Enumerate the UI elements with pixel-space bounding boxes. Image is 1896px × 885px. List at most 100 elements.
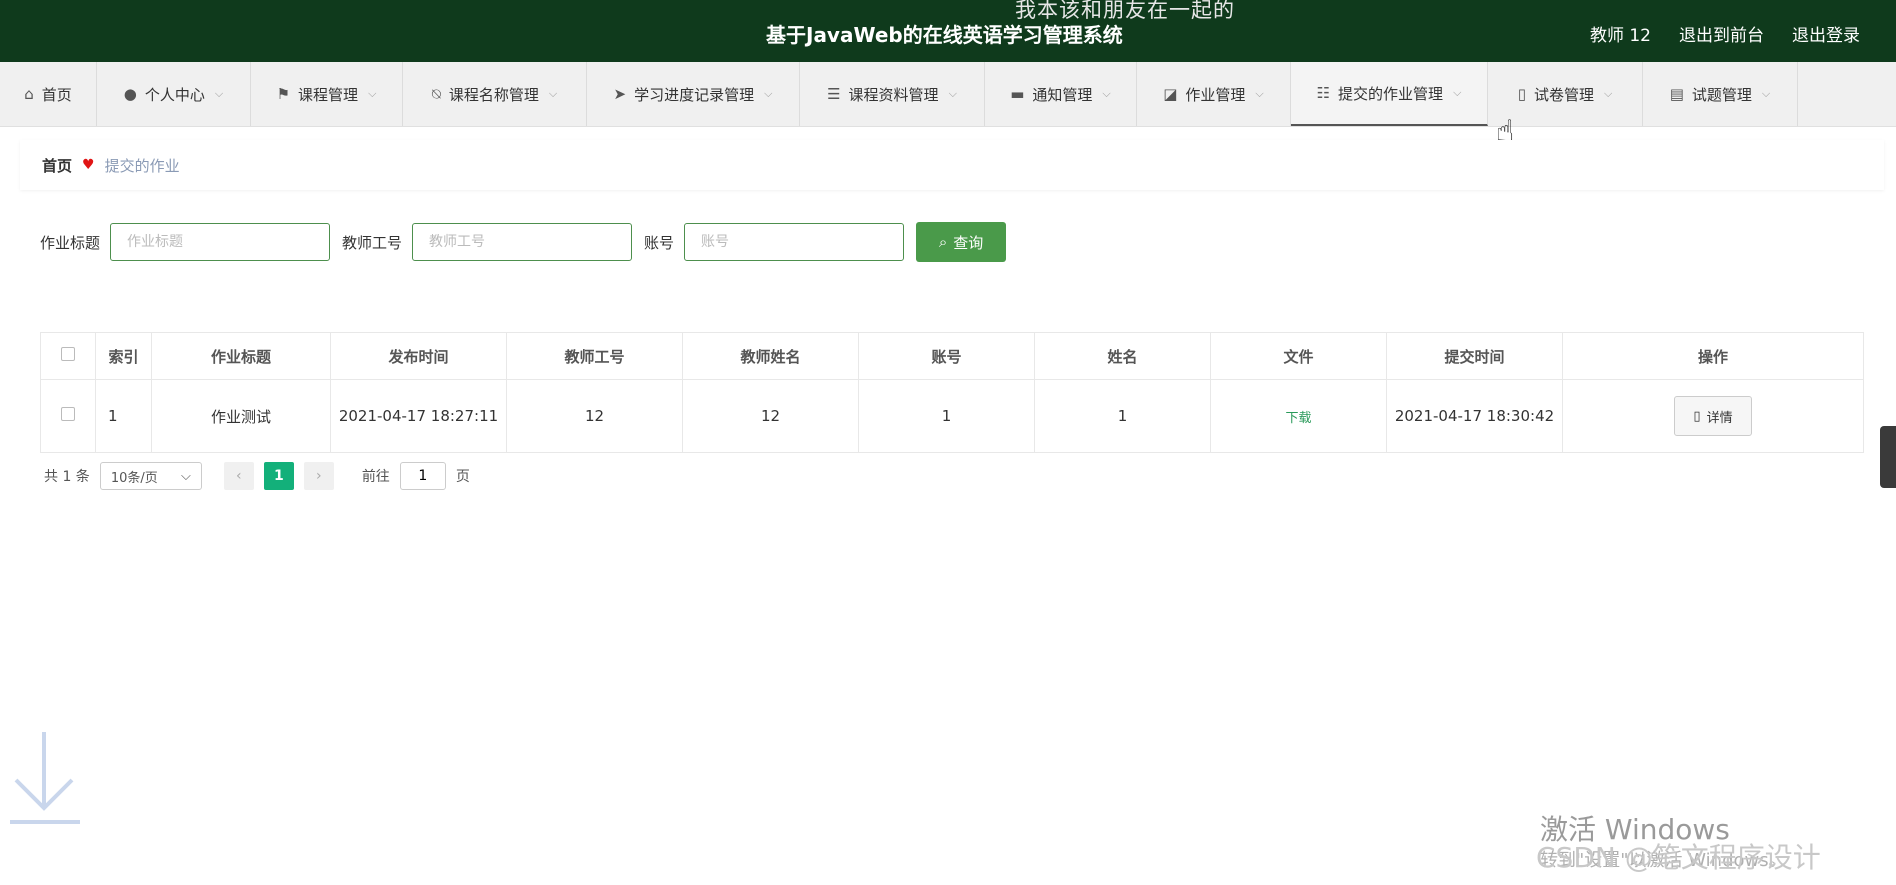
download-arrow-icon [10,732,80,824]
main-menu: ⌂ 首页 ● 个人中心 ⌵ ⚑ 课程管理 ⌵ ⍉ 课程名称管理 ⌵ ➤ 学习进度… [0,62,1896,127]
search-icon: ⌕ [938,233,948,251]
detail-button[interactable]: ▯ 详情 [1674,396,1752,436]
sliders-icon: ☷ [1316,84,1331,102]
menu-item-notice[interactable]: ▬ 通知管理 ⌵ [985,62,1137,126]
menu-label: 提交的作业管理 [1338,84,1444,103]
side-toggle-tab[interactable] [1880,426,1896,488]
column-header: 教师工号 [506,332,683,380]
menu-label: 首页 [41,85,72,104]
menu-label: 个人中心 [144,85,205,104]
list-icon: ☰ [827,85,841,103]
download-link[interactable]: 下载 [1285,411,1311,426]
back-to-front-link[interactable]: 退出到前台 [1679,21,1764,46]
current-page-button[interactable]: 1 [263,462,294,490]
chevron-down-icon: ⌵ [1761,87,1771,100]
menu-label: 学习进度记录管理 [634,85,755,104]
cell-teacher-no: 12 [506,379,683,453]
title-label: 作业标题 [40,233,101,252]
menu-label: 试题管理 [1691,85,1752,104]
menu-item-home[interactable]: ⌂ 首页 [0,62,97,126]
chevron-down-icon: ⌵ [180,468,191,484]
column-header: 操作 [1562,332,1864,380]
chevron-down-icon: ⌵ [1453,86,1462,99]
goto-label: 前往 [361,469,390,485]
chart-icon: ◪ [1163,85,1178,103]
row-select-cell [40,379,96,453]
column-header: 索引 [95,332,152,380]
cell-publish-time: 2021-04-17 18:27:11 [330,379,507,453]
content-panel: 作业标题 教师工号 账号 ⌕ 查询 索引 作业标题 发布时间 教师工号 教师姓名… [20,200,1884,514]
query-label: 查询 [953,233,984,252]
column-header: 姓名 [1034,332,1211,380]
microphone-icon: ▯ [1517,85,1526,103]
total-count: 共 1 条 [44,469,90,485]
menu-label: 课程管理 [298,85,359,104]
submitted-homework-table: 索引 作业标题 发布时间 教师工号 教师姓名 账号 姓名 文件 提交时间 操作 … [40,332,1864,453]
teacher-no-input[interactable] [412,223,633,261]
column-header: 提交时间 [1386,332,1563,380]
chevron-down-icon: ⌵ [1603,87,1613,100]
chevron-down-icon: ⌵ [214,87,224,100]
menu-label: 课程名称管理 [448,85,539,104]
page-suffix: 页 [455,469,470,485]
menu-item-homework[interactable]: ◪ 作业管理 ⌵ [1137,62,1291,126]
chevron-down-icon: ⌵ [1102,87,1111,100]
chevron-down-icon: ⌵ [764,87,773,100]
detail-label: 详情 [1706,410,1733,426]
table-header-row: 索引 作业标题 发布时间 教师工号 教师姓名 账号 姓名 文件 提交时间 操作 [40,332,1864,380]
chevron-down-icon: ⌵ [1255,87,1264,100]
account-label: 账号 [644,233,675,252]
top-header: 我本该和朋友在一起的 基于JavaWeb的在线英语学习管理系统 教师 12 退出… [0,0,1896,62]
menu-item-personal-center[interactable]: ● 个人中心 ⌵ [97,62,251,126]
teacher-no-label: 教师工号 [342,233,403,252]
prev-page-button[interactable]: ‹ [223,462,254,490]
pagination: 共 1 条 10条/页 ⌵ ‹ 1 › 前往 页 [44,462,470,490]
chevron-down-icon: ⌵ [948,87,957,100]
next-page-button[interactable]: › [303,462,334,490]
chevron-down-icon: ⌵ [368,87,377,100]
account-input[interactable] [684,223,905,261]
user-icon: ● [123,85,137,103]
document-icon: ▯ [1693,408,1701,424]
menu-item-materials[interactable]: ☰ 课程资料管理 ⌵ [800,62,985,126]
goto-page-input[interactable] [399,462,446,490]
select-all-cell [40,332,96,380]
page-size-value: 10条/页 [110,470,158,486]
menu-label: 通知管理 [1032,85,1093,104]
user-name: 教师 12 [1589,26,1651,46]
cell-account: 1 [858,379,1035,453]
cell-index: 1 [95,379,152,453]
select-all-checkbox[interactable] [61,347,75,361]
query-button[interactable]: ⌕ 查询 [916,222,1007,262]
heart-icon: ♥ [82,157,95,173]
menu-item-course[interactable]: ⚑ 课程管理 ⌵ [251,62,403,126]
send-icon: ➤ [613,85,627,103]
column-header: 文件 [1210,332,1387,380]
user-actions: 教师 12 退出到前台 退出登录 [1590,21,1860,46]
row-checkbox[interactable] [61,407,75,421]
search-form: 作业标题 教师工号 账号 ⌕ 查询 [40,222,1007,262]
menu-item-submitted-homework[interactable]: ☷ 提交的作业管理 ⌵ [1291,62,1488,126]
breadcrumb-current: 提交的作业 [104,156,180,175]
breadcrumb-home[interactable]: 首页 [42,155,72,176]
page-size-select[interactable]: 10条/页 ⌵ [99,462,202,490]
logout-link[interactable]: 退出登录 [1792,21,1860,46]
table-row: 1 作业测试 2021-04-17 18:27:11 12 12 1 1 下载 … [40,379,1864,453]
column-header: 账号 [858,332,1035,380]
cell-file: 下载 [1210,379,1387,453]
cell-action: ▯ 详情 [1562,379,1864,453]
cell-submit-time: 2021-04-17 18:30:42 [1386,379,1563,453]
bell-off-icon: ⍉ [431,85,441,103]
menu-label: 试卷管理 [1533,85,1594,104]
menu-item-progress[interactable]: ➤ 学习进度记录管理 ⌵ [587,62,800,126]
app-title: 基于JavaWeb的在线英语学习管理系统 [766,23,1123,47]
cell-name: 1 [1034,379,1211,453]
menu-item-course-name[interactable]: ⍉ 课程名称管理 ⌵ [403,62,587,126]
briefcase-icon: ▤ [1669,85,1684,103]
flag-icon: ⚑ [276,85,291,103]
csdn-watermark: CSDN @笔文程序设计 [1536,841,1821,874]
menu-item-questions[interactable]: ▤ 试题管理 ⌵ [1643,62,1798,126]
title-input[interactable] [110,223,331,261]
monitor-icon: ▬ [1010,85,1025,103]
breadcrumb: 首页 ♥ 提交的作业 [20,140,1884,190]
